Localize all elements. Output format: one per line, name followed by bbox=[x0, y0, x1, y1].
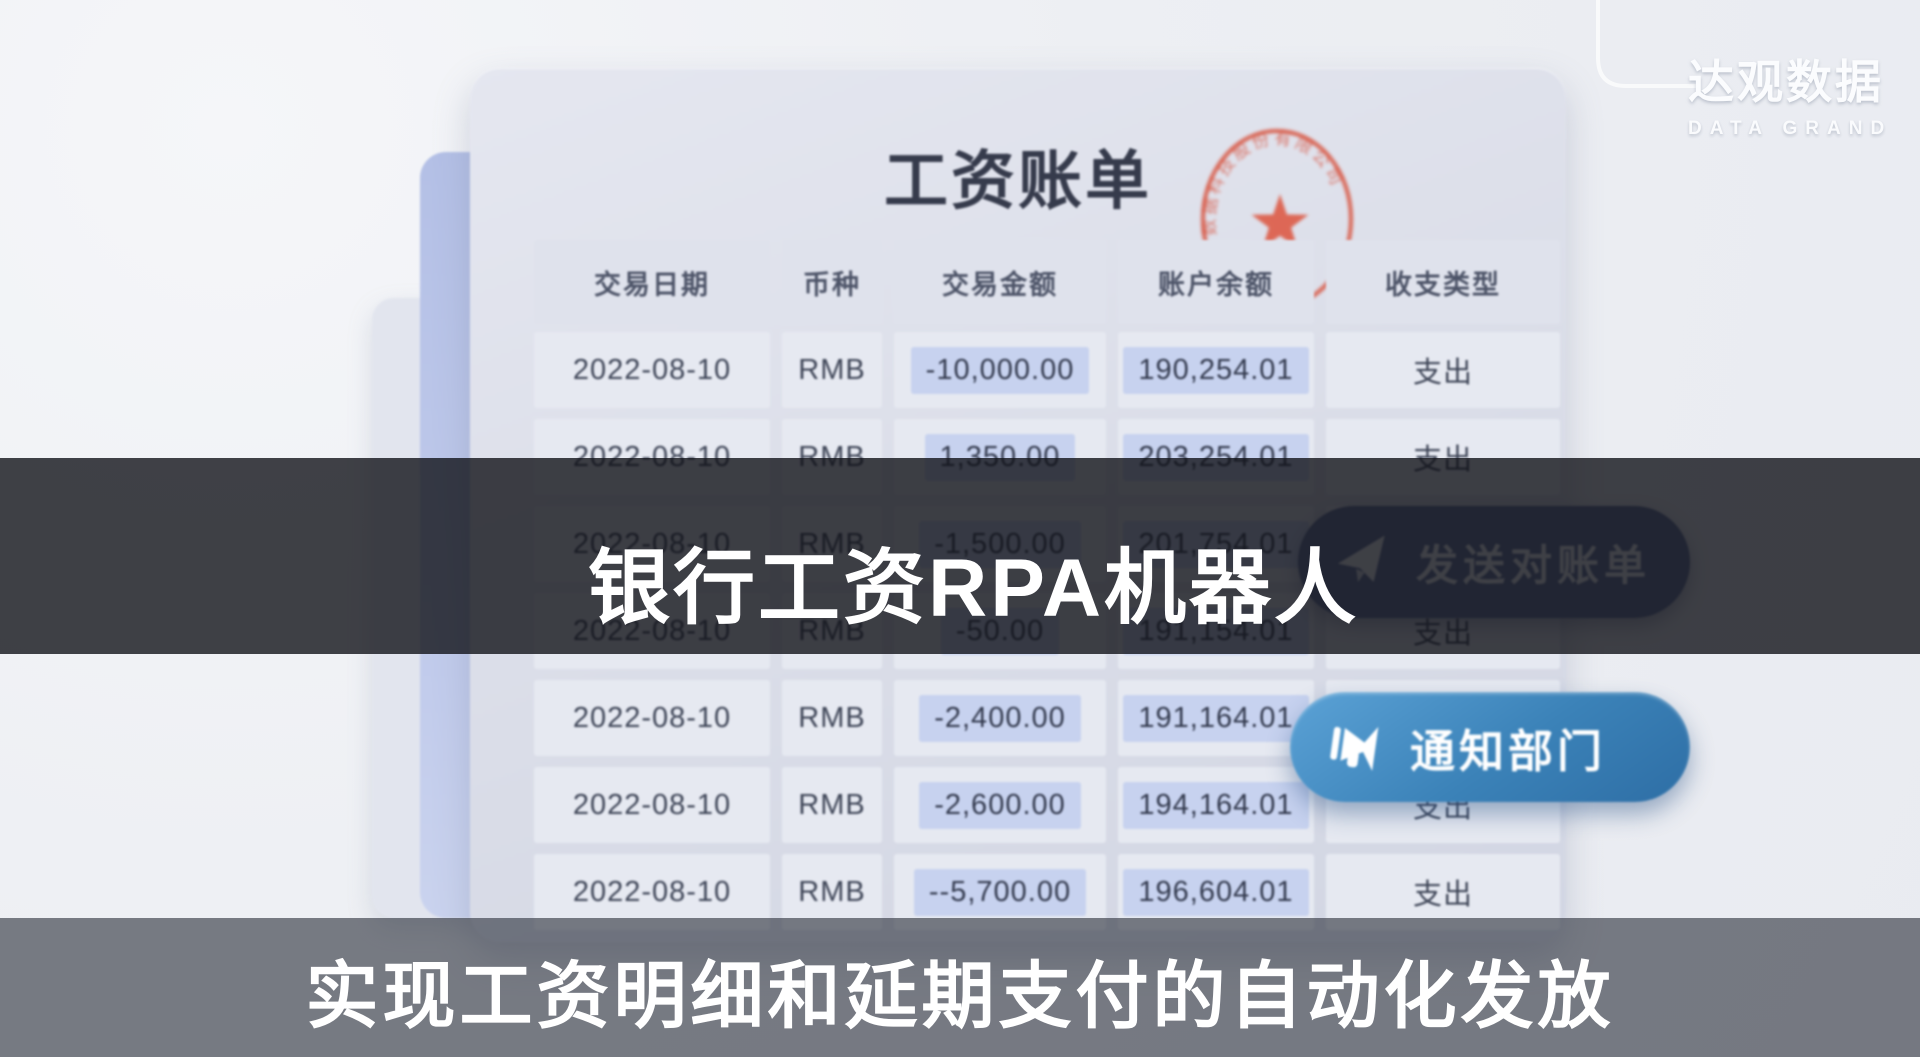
col-header-amount: 交易金额 bbox=[894, 240, 1106, 324]
table-header-row: 交易日期 币种 交易金额 账户余额 收支类型 bbox=[534, 240, 1560, 324]
cell-currency: RMB bbox=[782, 332, 882, 408]
bill-title: 工资账单 bbox=[470, 130, 1566, 222]
cell-amount: -2,600.00 bbox=[894, 767, 1106, 843]
col-header-type: 收支类型 bbox=[1326, 240, 1560, 324]
cell-currency: RMB bbox=[782, 680, 882, 756]
megaphone-icon bbox=[1326, 718, 1384, 776]
cell-amount: -10,000.00 bbox=[894, 332, 1106, 408]
col-header-balance: 账户余额 bbox=[1118, 240, 1314, 324]
cell-type: 支出 bbox=[1326, 332, 1560, 408]
col-header-currency: 币种 bbox=[782, 240, 882, 324]
notify-department-button[interactable]: 通知部门 bbox=[1290, 692, 1690, 802]
cell-date: 2022-08-10 bbox=[534, 680, 770, 756]
subtitle-text: 实现工资明细和延期支付的自动化发放 bbox=[306, 933, 1615, 1043]
main-title: 银行工资RPA机器人 bbox=[588, 521, 1359, 640]
cell-balance: 191,164.01 bbox=[1118, 680, 1314, 756]
cell-date: 2022-08-10 bbox=[534, 767, 770, 843]
cell-date: 2022-08-10 bbox=[534, 332, 770, 408]
cell-amount: -2,400.00 bbox=[894, 680, 1106, 756]
notify-department-label: 通知部门 bbox=[1410, 715, 1606, 780]
cell-currency: RMB bbox=[782, 767, 882, 843]
table-row: 2022-08-10 RMB -10,000.00 190,254.01 支出 bbox=[534, 332, 1560, 408]
col-header-date: 交易日期 bbox=[534, 240, 770, 324]
logo-chinese: 达观数据 bbox=[1688, 46, 1892, 112]
promo-screenshot: 工资账单 数据科技股份有限公司 交易日期 币种 交易金额 账户余额 bbox=[0, 0, 1920, 1057]
datagrand-logo: 达观数据 DATA GRAND bbox=[1688, 46, 1892, 140]
logo-english: DATA GRAND bbox=[1688, 118, 1892, 140]
subtitle-band: 实现工资明细和延期支付的自动化发放 bbox=[0, 918, 1920, 1057]
cell-balance: 190,254.01 bbox=[1118, 332, 1314, 408]
cell-balance: 194,164.01 bbox=[1118, 767, 1314, 843]
